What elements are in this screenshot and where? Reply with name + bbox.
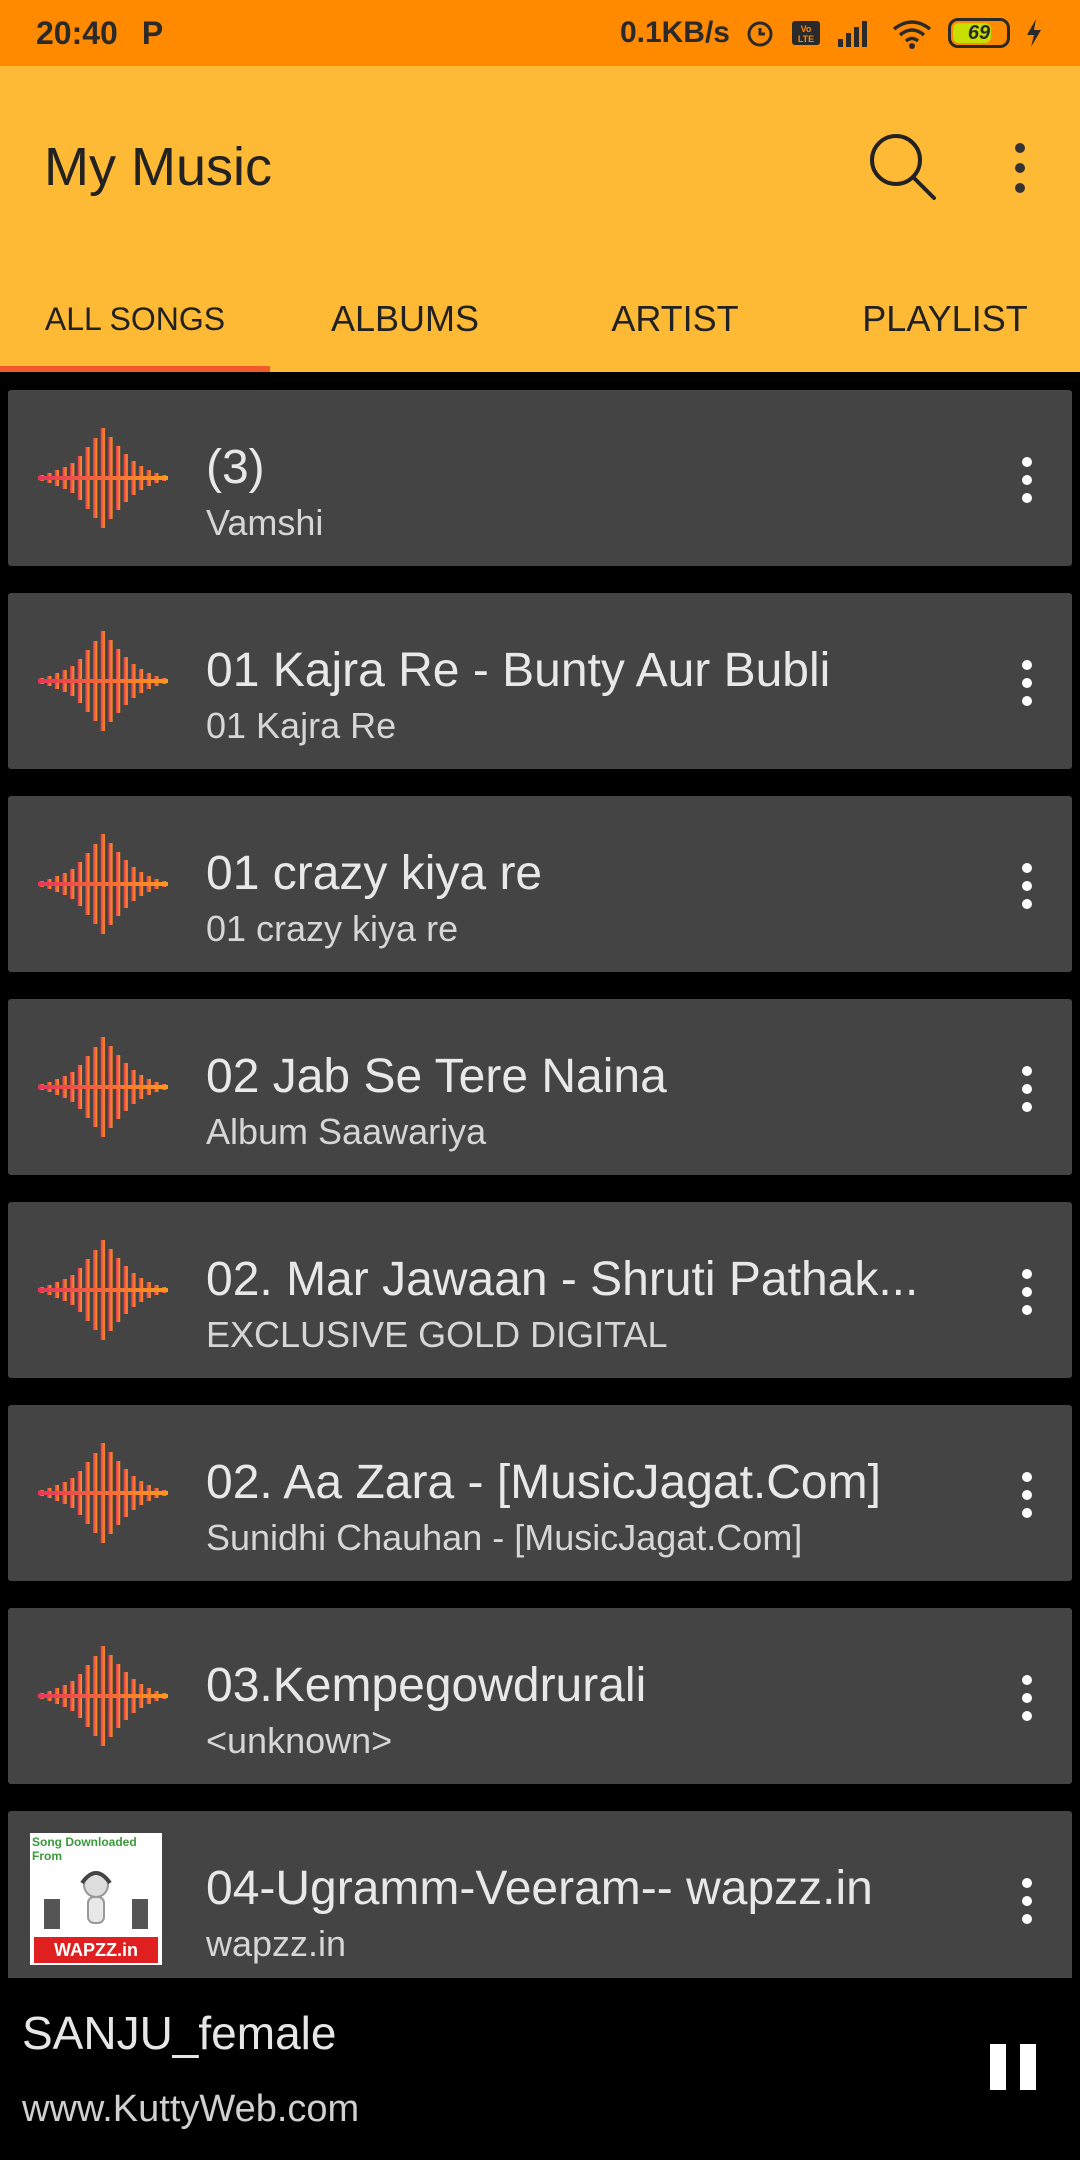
tab-playlist[interactable]: PLAYLIST: [810, 266, 1080, 372]
song-more-icon[interactable]: [1012, 657, 1042, 709]
song-title: 02 Jab Se Tere Naina: [206, 1050, 667, 1103]
more-options-icon[interactable]: [1000, 140, 1040, 196]
now-playing-bar[interactable]: SANJU_female www.KuttyWeb.com: [0, 1978, 1080, 2160]
waveform-baseline: [38, 1694, 168, 1698]
pause-icon[interactable]: [990, 2044, 1036, 2090]
tab-label: ARTIST: [611, 298, 739, 339]
status-time: 20:40: [36, 14, 118, 51]
svg-text:LTE: LTE: [798, 34, 814, 44]
song-more-icon[interactable]: [1012, 454, 1042, 506]
page-title: My Music: [44, 137, 272, 197]
song-more-icon[interactable]: [1012, 860, 1042, 912]
song-row[interactable]: 03.Kempegowdrurali <unknown>: [8, 1608, 1072, 1784]
song-artist: Vamshi: [206, 502, 324, 543]
tab-artist[interactable]: ARTIST: [540, 266, 810, 372]
status-bar: 20:40 P 0.1KB/s Vo LTE 69: [0, 0, 1080, 66]
battery-level: 69: [967, 21, 991, 44]
song-artist: 01 crazy kiya re: [206, 908, 459, 949]
svg-text:Vo: Vo: [801, 24, 812, 34]
song-row[interactable]: 02 Jab Se Tere Naina Album Saawariya: [8, 999, 1072, 1175]
parking-app-icon: P: [141, 14, 164, 51]
tab-bar: ALL SONGS ALBUMS ARTIST PLAYLIST: [0, 266, 1080, 372]
song-title: 02. Aa Zara - [MusicJagat.Com]: [206, 1456, 881, 1509]
song-artist: EXCLUSIVE GOLD DIGITAL: [206, 1314, 668, 1355]
song-more-icon[interactable]: [1012, 1875, 1042, 1927]
song-more-icon[interactable]: [1012, 1672, 1042, 1724]
waveform-baseline: [38, 1085, 168, 1089]
tab-albums[interactable]: ALBUMS: [270, 266, 540, 372]
song-title: 01 crazy kiya re: [206, 847, 543, 900]
tab-indicator: [0, 366, 270, 372]
tab-label: PLAYLIST: [862, 298, 1028, 339]
waveform-baseline: [38, 1288, 168, 1292]
song-artist: Album Saawariya: [206, 1111, 487, 1152]
song-title: 01 Kajra Re - Bunty Aur Bubli: [206, 644, 831, 697]
song-row[interactable]: Song Downloaded From WAPZZ.in 04-Ugramm-…: [8, 1811, 1072, 1987]
song-row[interactable]: 02. Aa Zara - [MusicJagat.Com] Sunidhi C…: [8, 1405, 1072, 1581]
song-more-icon[interactable]: [1012, 1469, 1042, 1521]
alarm-icon: [747, 21, 773, 47]
song-title: 04-Ugramm-Veeram-- wapzz.in: [206, 1862, 873, 1915]
charging-icon: [1027, 19, 1041, 47]
now-playing-subtitle: www.KuttyWeb.com: [22, 2088, 360, 2130]
song-title: 03.Kempegowdrurali: [206, 1659, 647, 1712]
song-row[interactable]: 01 Kajra Re - Bunty Aur Bubli 01 Kajra R…: [8, 593, 1072, 769]
song-list: (3) Vamshi 01 Kajra Re - Bunty Aur Bubli…: [8, 390, 1072, 2014]
thumbnail-logo: WAPZZ.in: [34, 1937, 158, 1963]
signal-icon: [838, 21, 867, 47]
waveform-icon: [38, 1646, 168, 1746]
song-artist: Sunidhi Chauhan - [MusicJagat.Com]: [206, 1517, 803, 1558]
waveform-icon: [38, 834, 168, 934]
status-icons: 0.1KB/s Vo LTE 69: [620, 16, 1044, 50]
song-title: (3): [206, 441, 265, 494]
tab-all-songs[interactable]: ALL SONGS: [0, 266, 270, 372]
now-playing-title: SANJU_female: [22, 2007, 337, 2059]
song-row[interactable]: 02. Mar Jawaan - Shruti Pathak... EXCLUS…: [8, 1202, 1072, 1378]
network-speed: 0.1KB/s: [619, 16, 730, 49]
waveform-icon: [38, 1037, 168, 1137]
album-thumbnail: Song Downloaded From WAPZZ.in: [30, 1833, 162, 1965]
tab-label: ALBUMS: [330, 298, 480, 339]
song-artist: wapzz.in: [206, 1923, 347, 1964]
waveform-icon: [38, 1240, 168, 1340]
waveform-baseline: [38, 1491, 168, 1495]
tab-label: ALL SONGS: [44, 300, 226, 337]
app-bar: My Music ALL SONGS ALBUMS ARTIST PLAYLIS…: [0, 66, 1080, 372]
waveform-icon: [38, 428, 168, 528]
song-artist: 01 Kajra Re: [206, 705, 397, 746]
song-artist: <unknown>: [206, 1720, 393, 1761]
song-title: 02. Mar Jawaan - Shruti Pathak...: [206, 1253, 919, 1306]
song-more-icon[interactable]: [1012, 1063, 1042, 1115]
waveform-icon: [38, 631, 168, 731]
waveform-baseline: [38, 476, 168, 480]
battery-icon: 69: [948, 18, 1010, 48]
wifi-icon: [892, 20, 932, 49]
song-more-icon[interactable]: [1012, 1266, 1042, 1318]
song-row[interactable]: 01 crazy kiya re 01 crazy kiya re: [8, 796, 1072, 972]
waveform-baseline: [38, 679, 168, 683]
volte-icon: Vo LTE: [792, 21, 820, 45]
search-icon[interactable]: [866, 130, 940, 204]
waveform-baseline: [38, 882, 168, 886]
song-row[interactable]: (3) Vamshi: [8, 390, 1072, 566]
waveform-icon: [38, 1443, 168, 1543]
